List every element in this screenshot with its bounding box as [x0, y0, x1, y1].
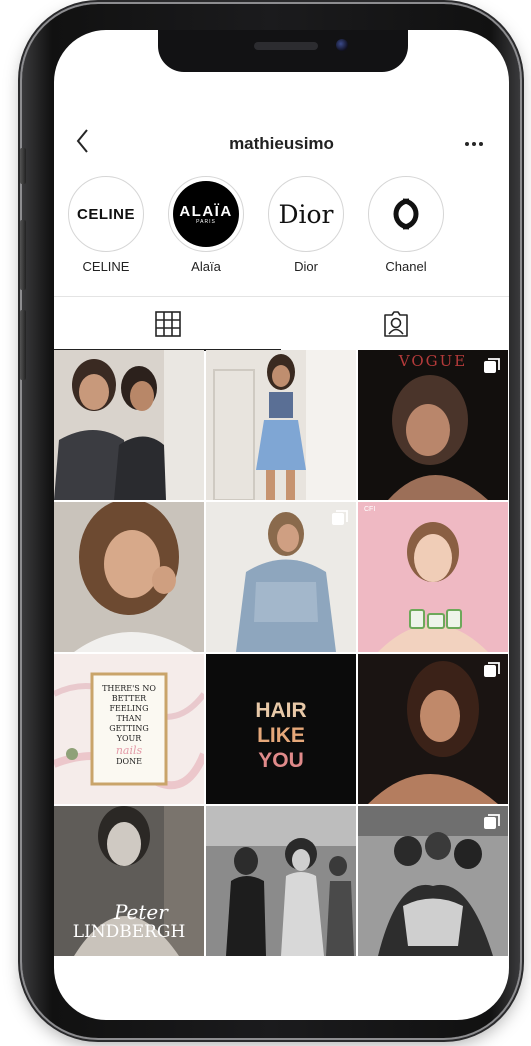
quote-line: THAN: [116, 714, 142, 723]
post-thumbnail[interactable]: [206, 502, 356, 652]
hair-line: LIKE: [257, 724, 305, 747]
tab-posts-grid[interactable]: [54, 297, 281, 351]
highlight-label: Chanel: [385, 259, 427, 274]
post-photo-skincare: [358, 502, 508, 652]
volume-down-button: [20, 310, 26, 380]
post-photo-street-crowd: [206, 806, 356, 956]
post-thumbnail[interactable]: [206, 806, 356, 956]
hair-like-you-text: HAIR LIKE YOU: [206, 698, 356, 773]
profile-header: mathieusimo: [54, 120, 509, 166]
post-thumbnail[interactable]: Peter LINDBERGH: [54, 806, 204, 956]
quote-line: FEELING: [109, 704, 149, 713]
peter-script-text: Peter: [114, 900, 168, 924]
phone-screen: mathieusimo CELINE CELINE ALAÏA PARIS Al…: [54, 30, 509, 1020]
quote-line: DONE: [116, 757, 142, 766]
dior-logo: Dior: [278, 199, 334, 229]
post-thumbnail[interactable]: HAIR LIKE YOU: [206, 654, 356, 804]
quote-script: nails: [115, 744, 143, 757]
post-thumbnail[interactable]: [358, 654, 508, 804]
multiple-posts-icon: [484, 662, 500, 677]
lindbergh-title: LINDBERGH: [72, 922, 186, 942]
highlight-celine[interactable]: CELINE CELINE: [64, 176, 148, 274]
grid-icon: [154, 310, 181, 337]
chanel-logo-icon: [393, 198, 419, 230]
post-thumbnail[interactable]: [206, 350, 356, 500]
highlight-cover-alaia: ALAÏA PARIS: [173, 181, 239, 247]
highlight-chanel[interactable]: Chanel: [364, 176, 448, 274]
front-camera: [336, 39, 348, 51]
story-highlights: CELINE CELINE ALAÏA PARIS Alaïa Dior Dio…: [64, 176, 509, 286]
hair-line: HAIR: [255, 699, 307, 722]
highlight-cover-dior: Dior: [273, 181, 339, 247]
speaker-grille: [254, 42, 318, 50]
hair-line: YOU: [258, 749, 304, 772]
highlight-ring: Dior: [268, 176, 344, 252]
post-photo-portrait: [54, 502, 204, 652]
highlight-label: Dior: [294, 259, 318, 274]
silent-switch: [20, 148, 26, 184]
post-thumbnail[interactable]: VOGUE: [358, 350, 508, 500]
post-thumbnail[interactable]: [358, 806, 508, 956]
highlight-label: Alaïa: [191, 259, 221, 274]
quote-line: BETTER: [111, 694, 147, 703]
alaia-logo: ALAÏA: [179, 202, 233, 220]
profile-username: mathieusimo: [229, 134, 334, 153]
highlight-alaia[interactable]: ALAÏA PARIS Alaïa: [164, 176, 248, 274]
post-thumbnail[interactable]: THERE'S NO BETTER FEELING THAN GETTING Y…: [54, 654, 204, 804]
highlight-label: CELINE: [82, 259, 130, 274]
alaia-logo-sub: PARIS: [196, 218, 216, 225]
highlight-ring: CELINE: [68, 176, 144, 252]
more-options-button[interactable]: [459, 132, 489, 156]
quote-line: YOUR: [116, 734, 142, 743]
multiple-posts-icon: [332, 510, 348, 525]
post-thumbnail[interactable]: [54, 502, 204, 652]
post-thumbnail[interactable]: [54, 350, 204, 500]
post-photo-denim-look: [206, 350, 356, 500]
quote-line: GETTING: [109, 724, 149, 733]
tagged-person-icon: [383, 310, 408, 337]
quote-text: THERE'S NO BETTER FEELING THAN GETTING Y…: [96, 684, 162, 767]
highlight-dior[interactable]: Dior Dior: [264, 176, 348, 274]
highlight-cover-chanel: [373, 181, 439, 247]
notch: [158, 30, 408, 72]
posts-grid: VOGUE CFI THERE'S NO BETTER FEELING THAN…: [54, 350, 509, 956]
post-photo-two-women: [54, 350, 204, 500]
volume-up-button: [20, 220, 26, 290]
quote-line: THERE'S NO: [102, 684, 156, 693]
highlight-ring: [368, 176, 444, 252]
multiple-posts-icon: [484, 358, 500, 373]
multiple-posts-icon: [484, 814, 500, 829]
celine-logo: CELINE: [76, 205, 135, 223]
highlight-cover-celine: CELINE: [73, 181, 139, 247]
tab-tagged[interactable]: [282, 297, 509, 350]
more-dots-icon: [465, 142, 483, 146]
highlight-ring: ALAÏA PARIS: [168, 176, 244, 252]
profile-tabs: [54, 296, 509, 351]
post-thumbnail[interactable]: CFI: [358, 502, 508, 652]
cfi-label: CFI: [364, 506, 376, 513]
